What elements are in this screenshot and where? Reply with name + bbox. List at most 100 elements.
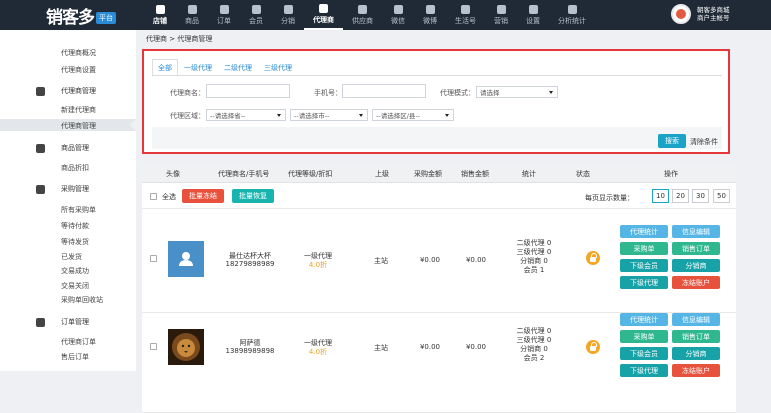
sidebar-item-agent-overview[interactable]: 代理商概况 <box>61 48 96 58</box>
agent-stats-button[interactable]: 代理统计 <box>620 313 668 326</box>
sidebar-item-agent-orders[interactable]: 代理商订单 <box>61 337 96 347</box>
nav-goods[interactable]: 商品 <box>176 0 208 30</box>
edit-info-button[interactable]: 信息编辑 <box>672 225 720 238</box>
main-nav: 店铺 商品 订单 会员 分销 代理商 供应商 微信 微博 生活号 营销 设置 分… <box>144 0 595 30</box>
sidebar-item-closed[interactable]: 交易关闭 <box>61 281 89 291</box>
tabs-divider <box>152 75 722 76</box>
purchase-orders-button[interactable]: 采购单 <box>620 242 668 255</box>
agent-name-input[interactable] <box>206 84 290 98</box>
distribution-icon <box>283 4 293 14</box>
sidebar-group-agents[interactable]: 代理商管理 <box>36 86 96 96</box>
filter-panel: 全部 一级代理 二级代理 三级代理 代理商名： 手机号： 代理模式： 请选择 代… <box>142 49 730 154</box>
brand-logo[interactable]: 销客多 平台 <box>46 5 116 28</box>
purchase-orders-button[interactable]: 采购单 <box>620 330 668 343</box>
sidebar-item-aftersale[interactable]: 售后订单 <box>61 352 89 362</box>
lock-icon[interactable] <box>586 340 600 354</box>
per-page-30[interactable]: 30 <box>692 189 709 203</box>
nav-orders[interactable]: 订单 <box>208 0 240 30</box>
sidebar-item-agent-manage[interactable]: 代理商管理 <box>61 121 96 131</box>
sub-agents-button[interactable]: 下级代理 <box>620 276 668 289</box>
sidebar-item-await-pay[interactable]: 等待付款 <box>61 221 89 231</box>
agent-stats-button[interactable]: 代理统计 <box>620 225 668 238</box>
breadcrumb: 代理商 > 代理商管理 <box>146 35 213 43</box>
lion-image <box>168 329 204 365</box>
sidebar-group-purchase[interactable]: 采购管理 <box>36 184 89 194</box>
nav-agents[interactable]: 代理商 <box>304 0 343 30</box>
sidebar-item-recycle[interactable]: 采购单回收站 <box>61 295 103 305</box>
freeze-account-button[interactable]: 冻结账户 <box>672 276 720 289</box>
row-checkbox[interactable] <box>150 255 157 262</box>
sidebar-item-success[interactable]: 交易成功 <box>61 266 89 276</box>
sidebar-item-new-agent[interactable]: 新建代理商 <box>61 105 96 115</box>
city-select-value: --请选择市-- <box>294 112 330 120</box>
nav-label: 生活号 <box>455 16 476 25</box>
lock-icon[interactable] <box>586 251 600 265</box>
sub-members-button[interactable]: 下级会员 <box>620 259 668 272</box>
sidebar-group-goods[interactable]: 商品管理 <box>36 143 89 153</box>
nav-marketing[interactable]: 营销 <box>485 0 517 30</box>
nav-suppliers[interactable]: 供应商 <box>343 0 382 30</box>
sidebar-item-shipped[interactable]: 已发货 <box>61 252 82 262</box>
col-avatar: 头像 <box>166 170 180 178</box>
nav-members[interactable]: 会员 <box>240 0 272 30</box>
distributors-button[interactable]: 分销商 <box>672 259 720 272</box>
row-checkbox[interactable] <box>150 343 157 350</box>
member-icon <box>251 4 261 14</box>
supplier-icon <box>358 4 367 14</box>
user-info: 朝客多商城 商户主帐号 <box>697 6 730 22</box>
edit-info-button[interactable]: 信息编辑 <box>672 313 720 326</box>
nav-wechat[interactable]: 微信 <box>382 0 414 30</box>
agent-sales: ¥0.00 <box>465 256 487 264</box>
bulk-actions-row: 全选 批量冻结 批量恢复 <box>142 183 736 209</box>
sales-orders-button[interactable]: 销售订单 <box>672 242 720 255</box>
nav-life[interactable]: 生活号 <box>446 0 485 30</box>
batch-freeze-button[interactable]: 批量冻结 <box>182 189 224 203</box>
province-select[interactable]: --请选择省-- <box>206 109 286 121</box>
nav-label: 分销 <box>281 16 295 25</box>
agent-parent: 主站 <box>374 344 388 352</box>
sub-members-button[interactable]: 下级会员 <box>620 347 668 360</box>
chevron-down-icon <box>445 114 449 117</box>
district-select[interactable]: --请选择区/县-- <box>372 109 454 121</box>
user-icon <box>179 252 193 266</box>
per-page-20[interactable]: 20 <box>672 189 689 203</box>
nav-label: 微信 <box>391 16 405 25</box>
phone-input[interactable] <box>342 84 426 98</box>
mode-label: 代理模式： <box>440 89 475 97</box>
city-select[interactable]: --请选择市-- <box>290 109 368 121</box>
sidebar-item-all-purchase[interactable]: 所有采购单 <box>61 205 96 215</box>
nav-analytics[interactable]: 分析统计 <box>549 0 595 30</box>
search-button[interactable]: 搜索 <box>658 134 686 148</box>
user-shop: 朝客多商城 <box>697 6 730 14</box>
active-indicator-arrow <box>130 119 136 131</box>
goods-icon <box>187 4 197 14</box>
nav-weibo[interactable]: 微博 <box>414 0 446 30</box>
mode-select[interactable]: 请选择 <box>476 86 558 98</box>
sidebar-item-await-ship[interactable]: 等待发货 <box>61 237 89 247</box>
brand-name: 销客多 <box>46 7 95 28</box>
sidebar-group-orders[interactable]: 订单管理 <box>36 317 89 327</box>
chevron-down-icon <box>277 114 281 117</box>
nav-label: 分析统计 <box>558 16 586 25</box>
clear-filters-link[interactable]: 清除条件 <box>690 137 718 147</box>
nav-settings[interactable]: 设置 <box>517 0 549 30</box>
per-page-10[interactable]: 10 <box>652 189 669 203</box>
distributors-button[interactable]: 分销商 <box>672 347 720 360</box>
user-menu[interactable]: 朝客多商城 商户主帐号 <box>671 4 730 24</box>
batch-restore-button[interactable]: 批量恢复 <box>232 189 274 203</box>
col-level: 代理等级/折扣 <box>288 170 333 178</box>
agent-phone: 13898989898 <box>225 347 275 355</box>
agent-icon <box>319 3 328 13</box>
sidebar-item-goods-discount[interactable]: 商品折扣 <box>61 163 89 173</box>
sidebar-item-agent-settings[interactable]: 代理商设置 <box>61 65 96 75</box>
sales-orders-button[interactable]: 销售订单 <box>672 330 720 343</box>
nav-label: 商品 <box>185 16 199 25</box>
nav-label: 代理商 <box>313 15 334 24</box>
per-page-50[interactable]: 50 <box>713 189 730 203</box>
avatar-image <box>676 9 686 19</box>
district-select-value: --请选择区/县-- <box>376 112 421 120</box>
nav-store[interactable]: 店铺 <box>144 0 176 30</box>
select-all-checkbox[interactable] <box>150 193 157 200</box>
nav-distribution[interactable]: 分销 <box>272 0 304 30</box>
search-action-bar <box>152 127 722 149</box>
